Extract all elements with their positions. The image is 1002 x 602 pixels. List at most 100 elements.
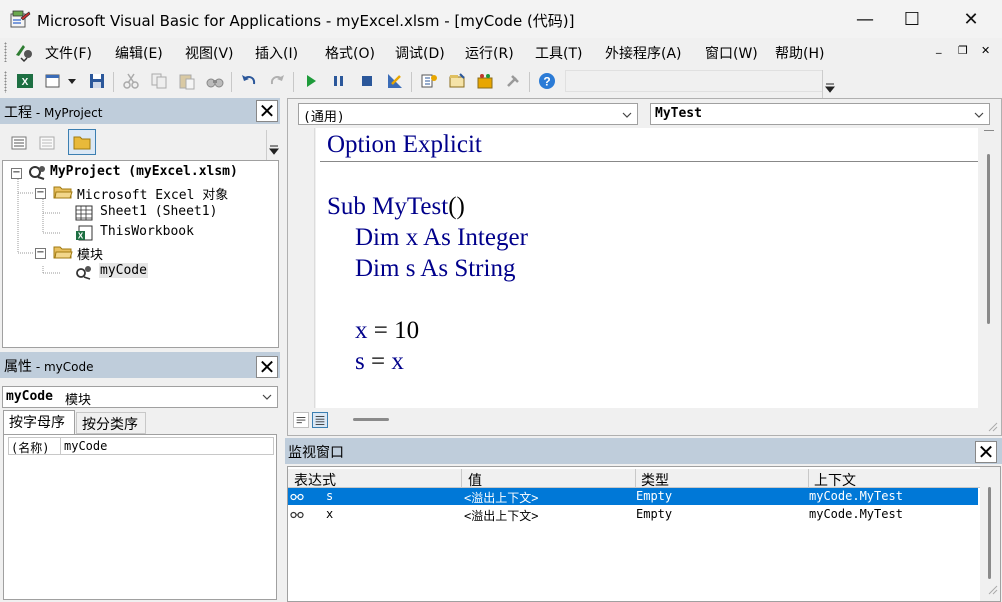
properties-title-main: 属性 (4, 359, 32, 375)
menu-edit[interactable]: 编辑(E) (115, 43, 163, 63)
column-header-context[interactable]: 上下文 (814, 470, 856, 490)
project-explorer-icon[interactable] (420, 72, 438, 90)
tree-item-mycode[interactable]: myCode (99, 263, 148, 278)
window-title: Microsoft Visual Basic for Applications … (37, 12, 575, 30)
toolbox-icon[interactable] (504, 72, 522, 90)
toolbar-gripper[interactable] (4, 71, 7, 93)
close-button[interactable]: ✕ (948, 0, 994, 38)
menu-insert[interactable]: 插入(I) (255, 43, 298, 63)
project-panel-header[interactable]: 工程 - MyProject ✕ (0, 98, 280, 124)
column-divider[interactable] (461, 469, 462, 488)
mdi-minimize-button[interactable]: _ (936, 41, 942, 54)
column-header-value[interactable]: 值 (468, 470, 482, 490)
properties-object-type: 模块 (65, 393, 92, 408)
project-toolbar-overflow[interactable] (266, 130, 280, 160)
view-object-icon[interactable] (38, 134, 56, 152)
watch-value: <溢出上下文> (464, 491, 539, 505)
watch-vertical-scrollbar[interactable] (980, 467, 1000, 601)
menu-help[interactable]: 帮助(H) (775, 43, 824, 63)
expand-toggle-excel-objects[interactable]: − (35, 188, 46, 199)
procedure-view-icon[interactable] (293, 412, 309, 428)
object-browser-icon[interactable] (476, 72, 494, 90)
watch-row[interactable]: s <溢出上下文> Empty myCode.MyTest (288, 488, 978, 505)
margin-indicator-bar[interactable] (289, 128, 315, 408)
splitter-handle[interactable] (984, 130, 994, 138)
column-divider[interactable] (635, 469, 636, 488)
view-code-icon[interactable] (10, 134, 28, 152)
tree-item-myproject[interactable]: MyProject (myExcel.xlsm) (50, 164, 238, 179)
watch-row[interactable]: x <溢出上下文> Empty myCode.MyTest (288, 506, 978, 523)
toolbar-overflow-button[interactable] (822, 70, 836, 98)
scrollbar-thumb[interactable] (987, 154, 990, 324)
watch-panel-header[interactable]: 监视窗口 ✕ (285, 438, 1002, 464)
insert-userform-icon[interactable] (44, 72, 62, 90)
find-icon[interactable] (206, 72, 224, 90)
workbook-icon: X (76, 225, 93, 241)
resize-grip-icon[interactable] (986, 583, 998, 595)
project-close-button[interactable]: ✕ (256, 100, 278, 122)
paste-icon[interactable] (178, 72, 196, 90)
menu-format[interactable]: 格式(O) (325, 43, 375, 63)
mdi-close-button[interactable]: ✕ (981, 44, 990, 57)
menu-file[interactable]: 文件(F) (45, 43, 92, 63)
expand-toggle-modules[interactable]: − (35, 248, 46, 259)
tree-item-thisworkbook[interactable]: ThisWorkbook (100, 224, 194, 239)
excel-view-icon[interactable]: X (16, 72, 34, 90)
properties-panel-header[interactable]: 属性 - myCode ✕ (0, 352, 280, 378)
column-divider[interactable] (808, 469, 809, 488)
property-value[interactable]: myCode (64, 439, 107, 453)
menu-run[interactable]: 运行(R) (465, 43, 514, 63)
cut-icon[interactable] (122, 72, 140, 90)
menu-tools[interactable]: 工具(T) (535, 43, 582, 63)
watch-list: 表达式 值 类型 上下文 (287, 466, 1001, 602)
tree-item-sheet1[interactable]: Sheet1 (Sheet1) (100, 204, 217, 219)
resize-grip-icon[interactable] (986, 420, 998, 432)
full-module-view-icon[interactable] (312, 412, 328, 428)
watch-context: myCode.MyTest (809, 489, 903, 503)
run-icon[interactable] (302, 72, 320, 90)
menu-addins[interactable]: 外接程序(A) (605, 43, 682, 63)
object-dropdown-value: (通用) (303, 110, 345, 125)
properties-object-select[interactable]: myCode 模块 (2, 386, 278, 408)
copy-icon[interactable] (150, 72, 168, 90)
object-dropdown[interactable]: (通用) (298, 103, 638, 125)
menu-debug[interactable]: 调试(D) (395, 43, 445, 63)
minimize-button[interactable]: — (842, 0, 888, 38)
tree-item-excel-objects[interactable]: Microsoft Excel 对象 (77, 184, 228, 203)
property-row-name[interactable]: (名称) myCode (8, 437, 274, 455)
scrollbar-thumb[interactable] (988, 487, 991, 579)
help-icon[interactable]: ? (538, 72, 556, 90)
maximize-button[interactable]: ☐ (889, 0, 935, 38)
tab-alphabetic[interactable]: 按字母序 (3, 410, 75, 434)
reset-icon[interactable] (358, 72, 376, 90)
watch-type: Empty (636, 489, 673, 503)
maximize-icon: ☐ (903, 8, 921, 30)
horizontal-scrollbar-thumb[interactable] (353, 418, 389, 421)
column-header-expression[interactable]: 表达式 (294, 470, 336, 490)
break-icon[interactable] (330, 72, 348, 90)
redo-icon[interactable] (268, 72, 286, 90)
save-icon[interactable] (88, 72, 106, 90)
vba-doc-icon[interactable] (13, 41, 35, 63)
dropdown-arrow-icon[interactable] (66, 72, 78, 90)
mdi-restore-button[interactable]: ❐ (958, 44, 968, 57)
tree-item-modules[interactable]: 模块 (77, 244, 103, 263)
properties-close-button[interactable]: ✕ (256, 356, 278, 378)
design-mode-icon[interactable] (386, 72, 404, 90)
properties-title-sub: - myCode (32, 360, 94, 374)
menu-window[interactable]: 窗口(W) (705, 43, 758, 63)
tab-categorized[interactable]: 按分类序 (76, 412, 146, 434)
menu-view[interactable]: 视图(V) (185, 43, 234, 63)
expand-toggle-root[interactable]: − (11, 168, 22, 179)
undo-icon[interactable] (240, 72, 258, 90)
menubar-gripper[interactable] (4, 42, 7, 62)
watch-close-button[interactable]: ✕ (975, 441, 997, 463)
properties-window-icon[interactable] (448, 72, 466, 90)
code-vertical-scrollbar[interactable] (978, 128, 1000, 408)
column-header-type[interactable]: 类型 (641, 470, 669, 490)
vertical-splitter[interactable] (280, 98, 287, 602)
procedure-dropdown[interactable]: MyTest (650, 103, 990, 125)
toggle-folders-button[interactable] (68, 129, 96, 155)
overflow-arrow-icon (825, 83, 835, 93)
standard-toolbar: X ? (0, 66, 838, 98)
